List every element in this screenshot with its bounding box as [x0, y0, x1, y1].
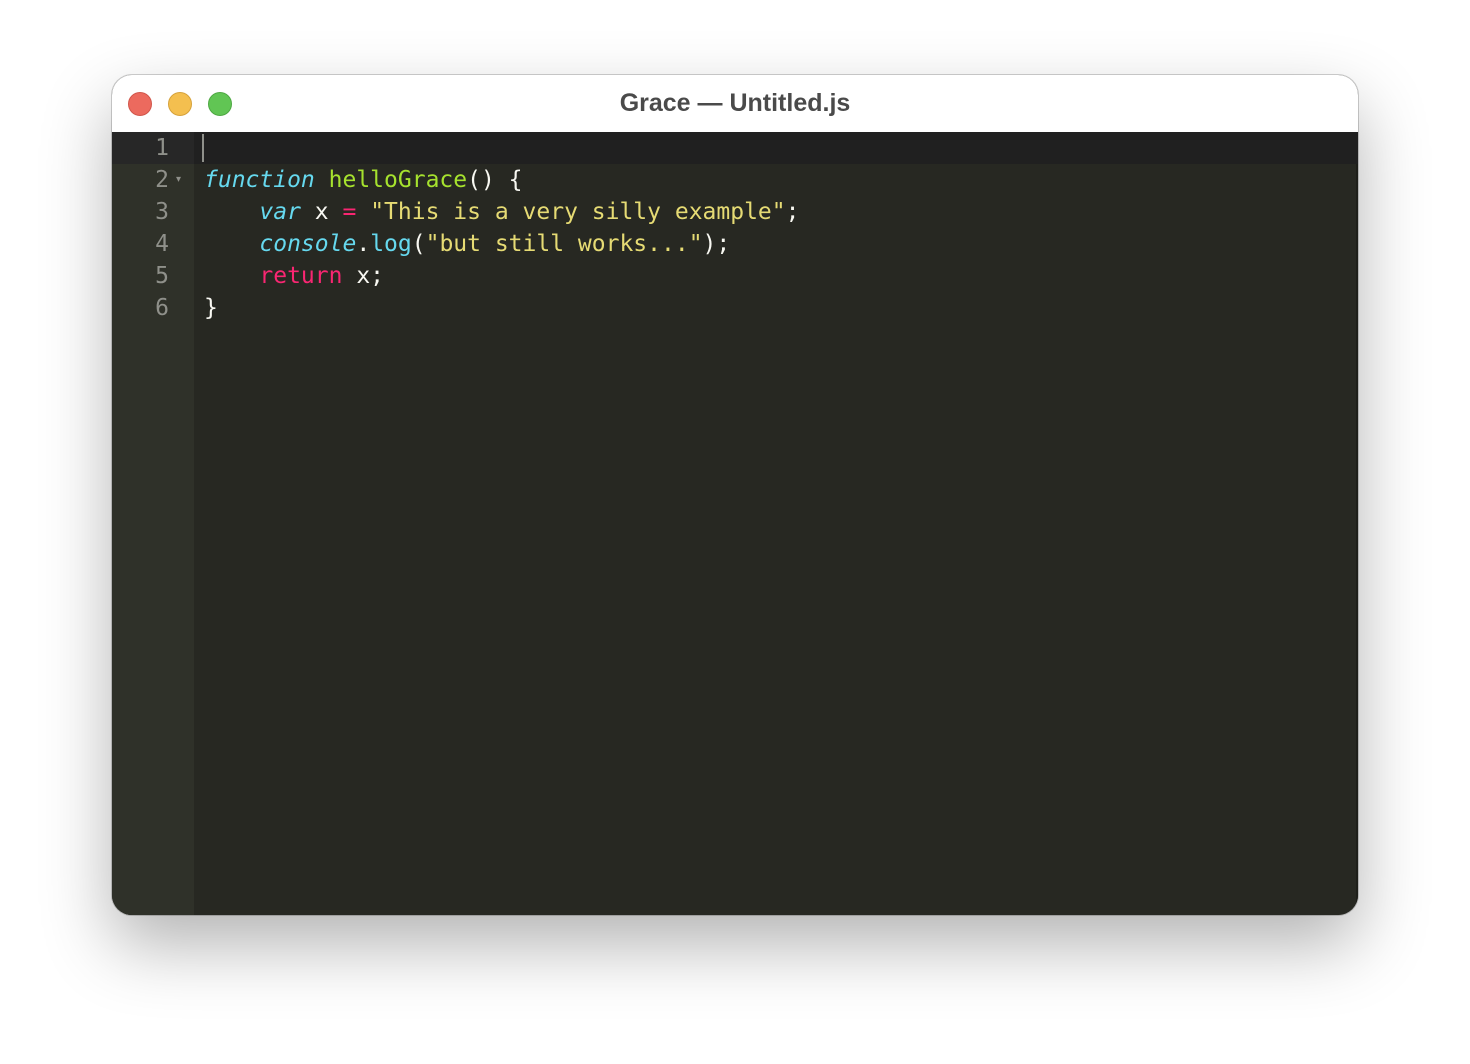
code-token: helloGrace: [328, 167, 468, 193]
active-line-highlight: [194, 132, 1358, 164]
code-token: );: [702, 231, 731, 257]
fold-toggle-icon[interactable]: ▾: [176, 164, 181, 196]
code-token: var: [259, 199, 301, 225]
line-number: 2: [155, 167, 169, 193]
line-number: 4: [155, 231, 169, 257]
code-line[interactable]: console.log("but still works...");: [204, 228, 730, 260]
line-number: 3: [155, 199, 169, 225]
code-editor[interactable]: 1 2 ▾ 3 4 5 6 function helloGrace() { var x = …: [112, 132, 1358, 915]
line-number-gutter: 1 2 ▾ 3 4 5 6: [112, 132, 194, 915]
code-line[interactable]: }: [204, 292, 218, 324]
code-line[interactable]: var x = "This is a very silly example";: [204, 196, 799, 228]
code-token: return: [259, 263, 343, 289]
code-token: .: [356, 231, 371, 257]
title-bar[interactable]: Grace — Untitled.js: [112, 75, 1358, 132]
code-token: "This is a very silly example": [370, 199, 786, 225]
code-token: x;: [342, 263, 385, 289]
text-cursor: [202, 134, 204, 162]
code-token: x: [300, 199, 343, 225]
code-token: function: [204, 167, 315, 193]
line-number: 5: [155, 263, 169, 289]
scrollbar-track[interactable]: [1356, 164, 1358, 915]
code-token: log: [370, 231, 412, 257]
code-token: }: [204, 295, 218, 321]
code-token: =: [342, 199, 357, 225]
line-number: 6: [155, 295, 169, 321]
window-title: Grace — Untitled.js: [619, 89, 851, 117]
editor-window: Grace — Untitled.js 1 2 ▾ 3 4 5 6 function hel…: [112, 75, 1358, 915]
code-line[interactable]: function helloGrace() {: [204, 164, 523, 196]
code-token: "but still works...": [425, 231, 703, 257]
code-token: () {: [467, 167, 523, 193]
code-token: ;: [785, 199, 800, 225]
line-number: 1: [155, 135, 169, 161]
code-token: (: [411, 231, 426, 257]
code-line[interactable]: return x;: [204, 260, 384, 292]
code-token: console: [259, 231, 357, 257]
